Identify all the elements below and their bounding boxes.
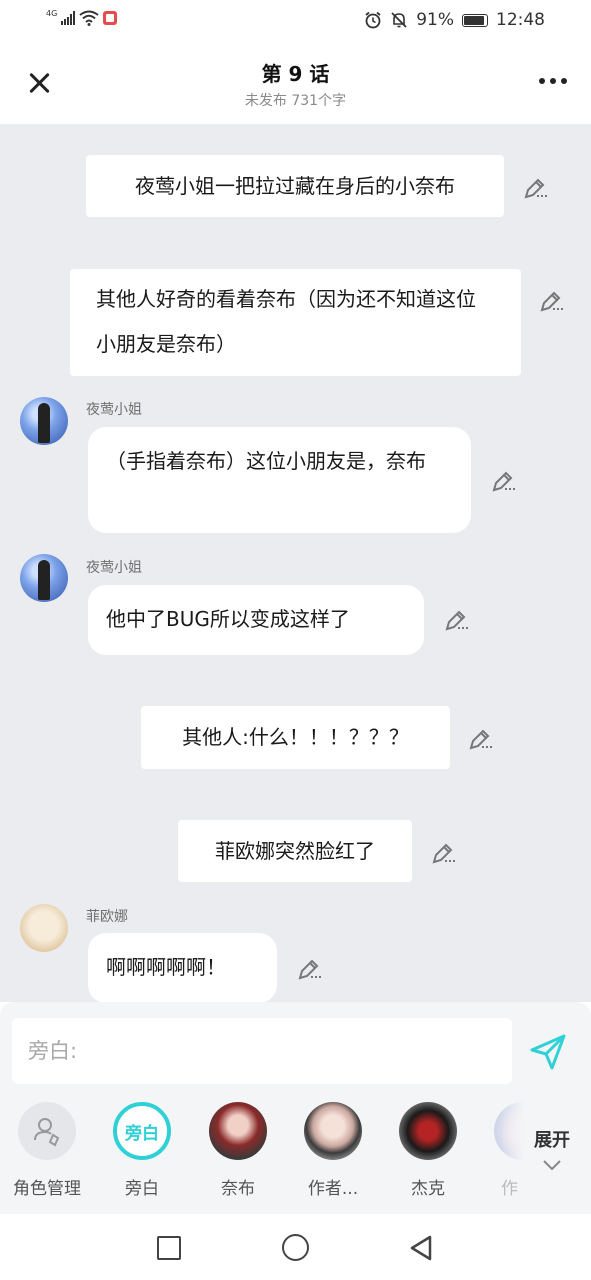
status-right: 91% 12:48 xyxy=(364,10,545,30)
edit-icon[interactable] xyxy=(467,726,493,752)
character-nabu[interactable]: 奈布 xyxy=(198,1102,278,1199)
message-text: 夜莺小姐一把拉过藏在身后的小奈布 xyxy=(135,174,455,198)
character-jack[interactable]: 杰克 xyxy=(388,1102,468,1199)
role-management-button[interactable]: 角色管理 xyxy=(7,1102,87,1199)
expand-label: 展开 xyxy=(534,1130,570,1151)
edit-icon[interactable] xyxy=(443,607,469,633)
expand-button[interactable]: 展开 xyxy=(524,1126,580,1176)
chapter-header: 第 9 话 未发布 731个字 xyxy=(0,44,591,124)
edit-icon[interactable] xyxy=(490,468,516,494)
network-type: 4G xyxy=(46,8,58,18)
character-narrator[interactable]: 旁白 旁白 xyxy=(102,1102,182,1199)
role-bubble[interactable]: 他中了BUG所以变成这样了 xyxy=(88,585,424,655)
recent-apps-button[interactable] xyxy=(157,1236,181,1260)
avatar[interactable] xyxy=(20,904,68,952)
home-button[interactable] xyxy=(282,1234,309,1261)
status-time: 12:48 xyxy=(496,10,545,30)
app-badge-icon xyxy=(103,11,118,25)
battery-percent: 91% xyxy=(416,10,454,30)
chevron-down-icon xyxy=(543,1160,561,1171)
character-label: 作者... xyxy=(307,1179,359,1199)
status-bar: 4G 91% 12:48 xyxy=(0,0,591,44)
edit-icon[interactable] xyxy=(538,288,564,314)
message-text: 啊啊啊啊啊！ xyxy=(106,955,226,979)
narration-bubble[interactable]: 其他人:什么！！！？？？ xyxy=(141,706,450,769)
narration-bubble[interactable]: 菲欧娜突然脸红了 xyxy=(178,820,412,882)
chapter-title: 第 9 话 xyxy=(261,62,330,86)
speaker-name: 夜莺小姐 xyxy=(86,402,142,418)
edit-icon[interactable] xyxy=(522,175,548,201)
wifi-icon xyxy=(79,10,99,26)
avatar xyxy=(304,1102,362,1160)
send-icon[interactable] xyxy=(528,1032,568,1072)
mute-icon xyxy=(391,12,407,28)
narration-bubble[interactable]: 其他人好奇的看着奈布（因为还不知道这位小朋友是奈布） xyxy=(70,269,521,376)
more-options-button[interactable] xyxy=(539,78,567,84)
narrator-badge: 旁白 xyxy=(125,1124,159,1144)
alarm-icon xyxy=(365,11,381,29)
avatar[interactable] xyxy=(20,554,68,602)
system-nav-bar xyxy=(0,1214,591,1280)
message-text: 菲欧娜突然脸红了 xyxy=(215,839,375,863)
speaker-name: 夜莺小姐 xyxy=(86,560,142,576)
character-label: 角色管理 xyxy=(13,1179,81,1199)
list-fade xyxy=(500,1102,524,1162)
battery-icon xyxy=(462,13,488,27)
status-left: 4G xyxy=(46,8,118,26)
role-bubble[interactable]: 啊啊啊啊啊！ xyxy=(88,933,277,1002)
speaker-name: 菲欧娜 xyxy=(86,909,128,925)
message-text: 其他人:什么！！！？？？ xyxy=(182,725,409,749)
chat-area[interactable]: 夜莺小姐一把拉过藏在身后的小奈布 其他人好奇的看着奈布（因为还不知道这位小朋友是… xyxy=(0,124,591,1002)
message-input[interactable] xyxy=(12,1018,512,1084)
role-bubble[interactable]: （手指着奈布）这位小朋友是，奈布 xyxy=(88,427,471,533)
composer-panel: 角色管理 旁白 旁白 奈布 作者... 杰克 作 展开 xyxy=(0,1002,591,1214)
character-label: 奈布 xyxy=(221,1179,255,1199)
signal-icon xyxy=(61,11,76,25)
role-management-icon xyxy=(18,1102,76,1160)
avatar xyxy=(399,1102,457,1160)
edit-icon[interactable] xyxy=(430,840,456,866)
message-text: 其他人好奇的看着奈布（因为还不知道这位小朋友是奈布） xyxy=(96,287,476,356)
character-label: 作 xyxy=(501,1179,518,1199)
chapter-subtitle: 未发布 731个字 xyxy=(244,93,347,109)
avatar xyxy=(209,1102,267,1160)
character-label: 杰克 xyxy=(411,1179,445,1199)
avatar[interactable] xyxy=(20,397,68,445)
edit-icon[interactable] xyxy=(296,956,322,982)
battery-fill xyxy=(464,15,484,25)
message-text: （手指着奈布）这位小朋友是，奈布 xyxy=(106,449,426,473)
back-icon[interactable] xyxy=(408,1234,434,1262)
message-text: 他中了BUG所以变成这样了 xyxy=(106,607,350,631)
narration-bubble[interactable]: 夜莺小姐一把拉过藏在身后的小奈布 xyxy=(86,155,504,217)
narrator-avatar: 旁白 xyxy=(113,1102,171,1160)
character-label: 旁白 xyxy=(125,1179,159,1199)
character-author[interactable]: 作者... xyxy=(293,1102,373,1199)
